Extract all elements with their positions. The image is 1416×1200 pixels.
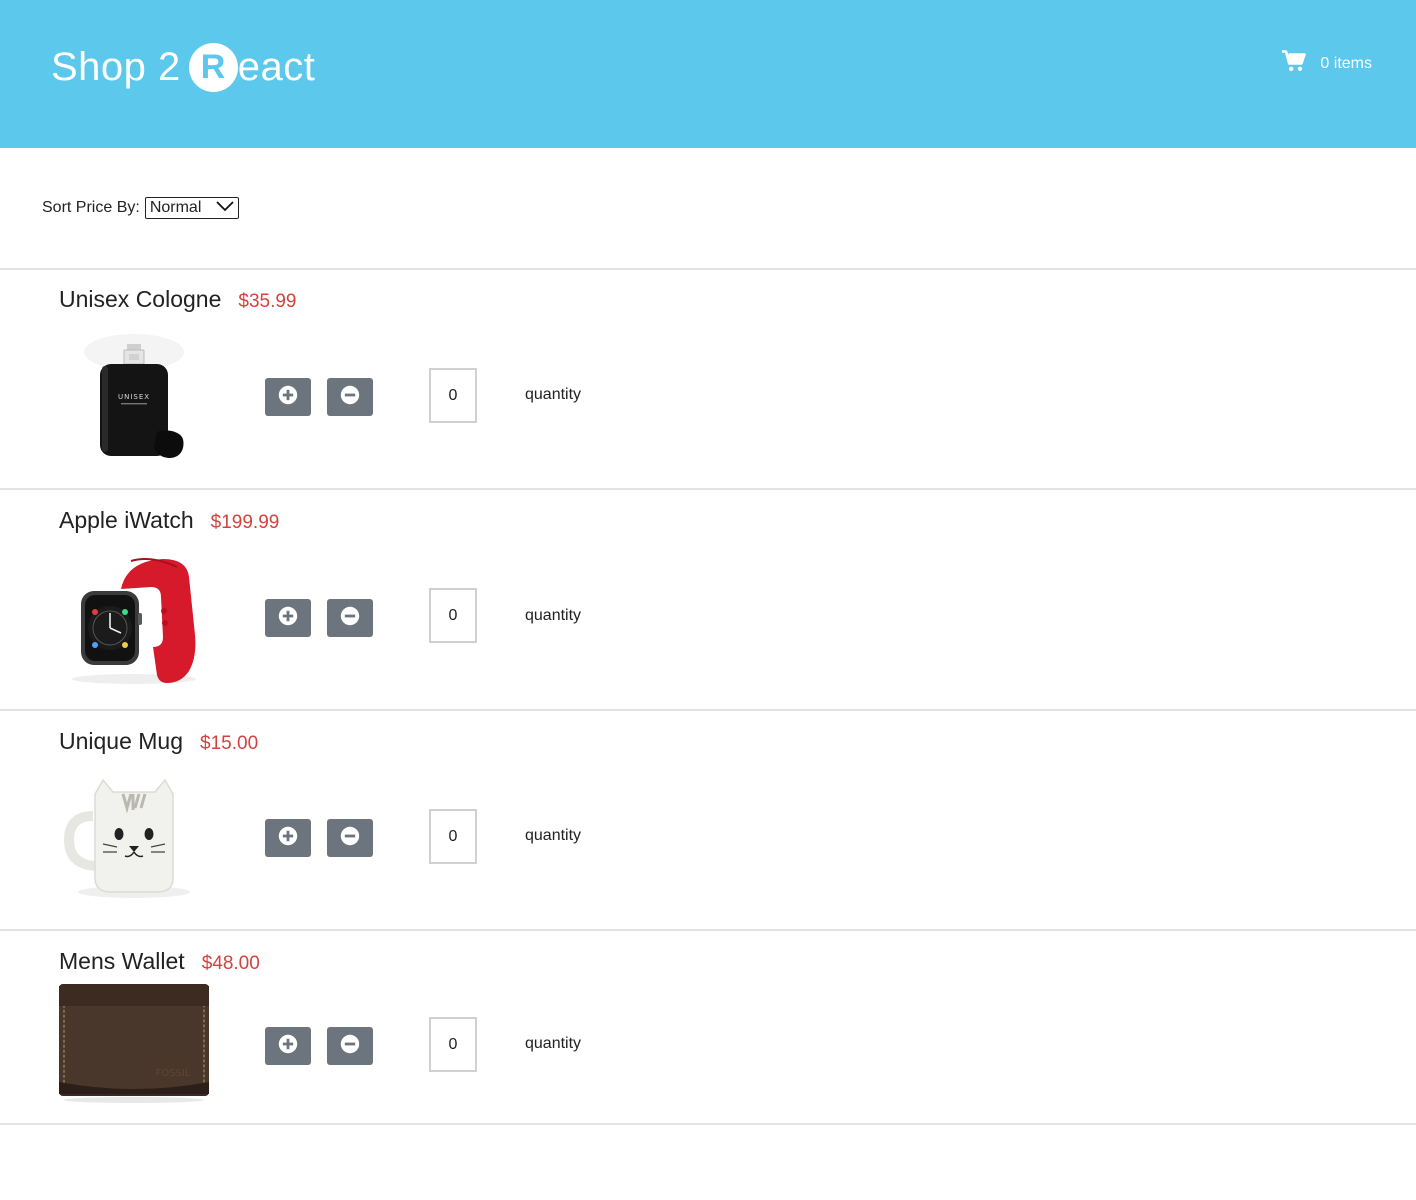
app-header: Shop 2 R eact 0 items [0, 0, 1416, 148]
shopping-cart-icon [1282, 50, 1320, 77]
product-header: Unique Mug $15.00 [59, 728, 258, 755]
increment-quantity-button[interactable] [265, 819, 311, 857]
divider [0, 1123, 1416, 1125]
product-price: $48.00 [201, 953, 260, 974]
cart-item-count: 0 items [1320, 54, 1372, 72]
product-name: Unisex Cologne [59, 286, 222, 312]
increment-quantity-button[interactable] [265, 378, 311, 416]
quantity-display: 0 [429, 1017, 477, 1072]
svg-text:FOSSIL: FOSSIL [156, 1068, 191, 1079]
quantity-display: 0 [429, 809, 477, 864]
plus-circle-icon [278, 606, 298, 631]
minus-circle-icon [340, 606, 360, 631]
logo-text-prefix: Shop 2 [51, 44, 181, 89]
product-image-mug [59, 774, 209, 904]
plus-circle-icon [278, 826, 298, 851]
logo-text-suffix: eact [237, 44, 316, 89]
product-name: Apple iWatch [59, 507, 194, 533]
product-header: Unisex Cologne $35.99 [59, 286, 297, 313]
divider [0, 929, 1416, 931]
decrement-quantity-button[interactable] [327, 1027, 373, 1065]
divider [0, 268, 1416, 270]
product-image-wallet: FOSSIL [59, 984, 209, 1114]
minus-circle-icon [340, 385, 360, 410]
plus-circle-icon [278, 1034, 298, 1059]
product-price: $15.00 [200, 733, 259, 754]
plus-circle-icon [278, 385, 298, 410]
quantity-label: quantity [525, 1035, 582, 1052]
app-logo[interactable]: Shop 2 R eact [51, 42, 315, 92]
chevron-down-icon [216, 199, 234, 217]
product-name: Unique Mug [59, 728, 184, 754]
minus-circle-icon [340, 826, 360, 851]
sort-selected-value: Normal [149, 199, 202, 216]
increment-quantity-button[interactable] [265, 1027, 311, 1065]
sort-label: Sort Price By: [42, 199, 140, 216]
divider [0, 488, 1416, 490]
product-header: Mens Wallet $48.00 [59, 948, 260, 975]
quantity-label: quantity [525, 607, 582, 624]
product-name: Mens Wallet [59, 948, 185, 974]
decrement-quantity-button[interactable] [327, 819, 373, 857]
product-image-cologne: UNISEX [59, 332, 209, 462]
divider [0, 709, 1416, 711]
increment-quantity-button[interactable] [265, 599, 311, 637]
decrement-quantity-button[interactable] [327, 378, 373, 416]
decrement-quantity-button[interactable] [327, 599, 373, 637]
quantity-label: quantity [525, 827, 582, 844]
cart-summary[interactable]: 0 items [1282, 50, 1372, 77]
sort-control: Sort Price By: Normal [42, 197, 239, 219]
product-price: $199.99 [210, 512, 280, 533]
product-price: $35.99 [238, 291, 297, 312]
quantity-display: 0 [429, 368, 477, 423]
product-header: Apple iWatch $199.99 [59, 507, 279, 534]
logo-r-badge: R [188, 42, 238, 92]
svg-text:UNISEX: UNISEX [118, 393, 150, 401]
sort-price-select[interactable]: Normal [144, 197, 239, 219]
minus-circle-icon [340, 1034, 360, 1059]
product-image-watch [59, 555, 209, 685]
quantity-display: 0 [429, 588, 477, 643]
quantity-label: quantity [525, 386, 582, 403]
